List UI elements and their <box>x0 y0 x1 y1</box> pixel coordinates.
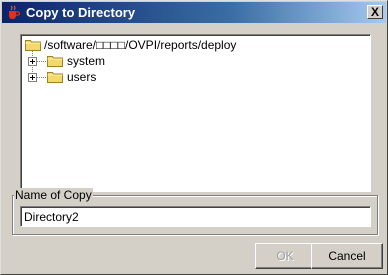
tree-item-label: system <box>67 54 106 68</box>
expand-icon[interactable] <box>28 57 37 66</box>
close-button[interactable]: X <box>367 5 383 19</box>
tree-item-label: users <box>67 70 97 84</box>
title-bar[interactable]: Copy to Directory X <box>2 2 386 23</box>
tree-item-system[interactable]: system <box>21 53 221 69</box>
folder-icon <box>47 56 63 67</box>
folder-icon <box>25 40 41 51</box>
tree-item-users[interactable]: users <box>21 69 221 85</box>
copy-name-input[interactable] <box>20 206 371 227</box>
window-title: Copy to Directory <box>26 5 136 20</box>
java-coffee-cup-icon <box>9 5 20 19</box>
copy-to-directory-dialog: Copy to Directory X /software/□□□□/OVPI/… <box>0 0 388 275</box>
name-of-copy-label: Name of Copy <box>14 188 93 202</box>
folder-icon <box>47 72 63 83</box>
cancel-button[interactable]: Cancel <box>311 243 383 269</box>
tree-root-label: /software/□□□□/OVPI/reports/deploy <box>44 38 237 52</box>
expand-icon[interactable] <box>28 73 37 82</box>
directory-tree[interactable]: /software/□□□□/OVPI/reports/deploy syste… <box>20 34 371 192</box>
ok-button[interactable]: OK <box>255 243 315 269</box>
